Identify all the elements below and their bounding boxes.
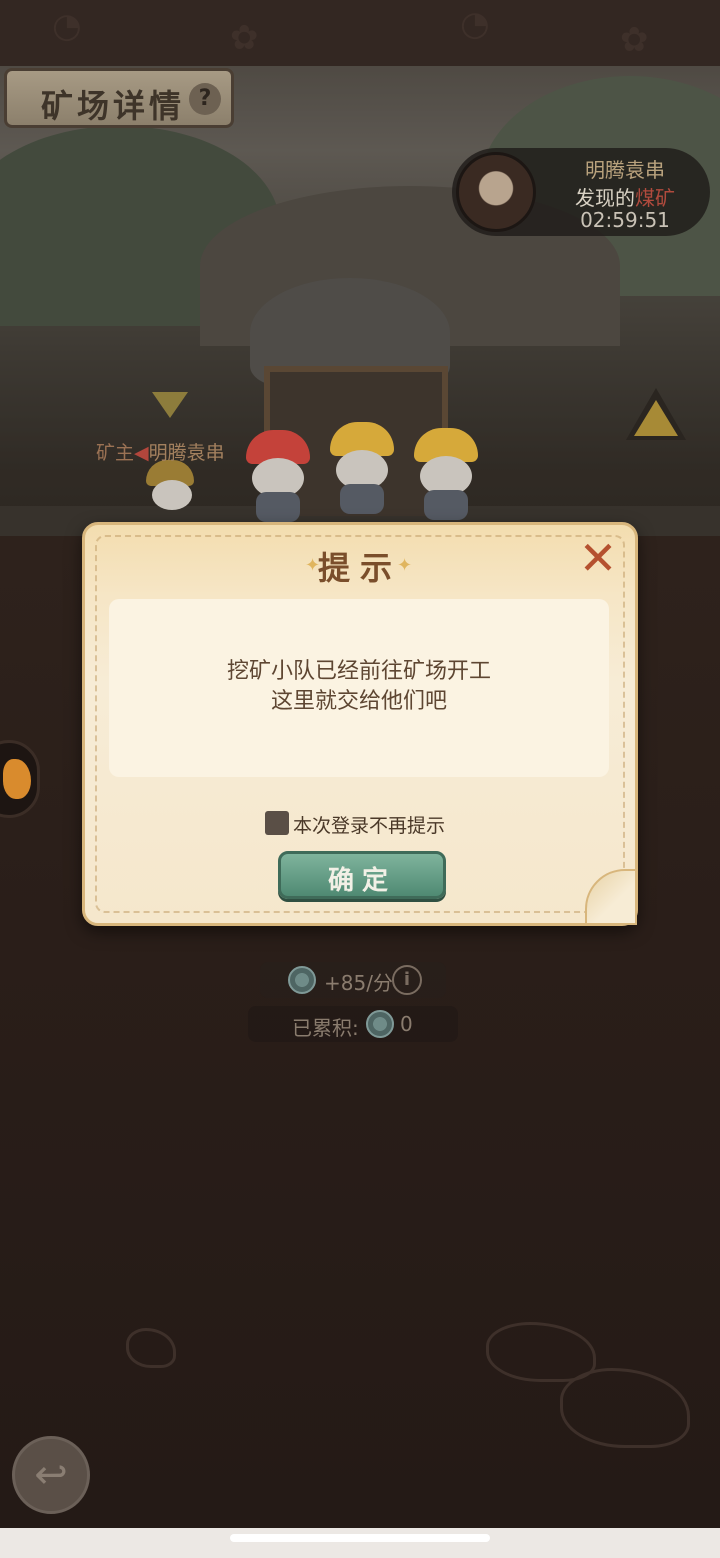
dont-show-again-checkbox[interactable] — [265, 811, 289, 835]
close-button[interactable]: ✕ — [575, 535, 621, 583]
location-marker-icon — [152, 392, 188, 418]
face — [152, 480, 192, 510]
fossil-skull-decor — [486, 1322, 596, 1382]
confirm-button[interactable]: 确定 — [278, 851, 446, 899]
body — [424, 490, 468, 520]
coin-icon — [366, 1010, 394, 1038]
back-arrow-icon: ↩ — [34, 1452, 68, 1498]
home-indicator[interactable] — [230, 1534, 490, 1542]
sparkle-icon: ✦ — [397, 555, 413, 576]
countdown-timer: 02:59:51 — [580, 208, 670, 232]
dialog-title: 提示 — [317, 549, 402, 587]
dont-show-again-label[interactable]: 本次登录不再提示 — [293, 811, 445, 838]
pet-icon — [3, 759, 31, 799]
owner-name: 明腾袁串 — [148, 442, 225, 464]
owner-card-name: 明腾袁串 — [585, 158, 665, 182]
decor-icon: ◔ — [52, 6, 82, 46]
help-icon[interactable]: ? — [189, 83, 221, 115]
construction-sign-icon — [634, 400, 678, 436]
miner-character — [408, 428, 484, 524]
body — [340, 484, 384, 514]
accumulated-label: 已累积: — [292, 1016, 359, 1040]
miner-character — [140, 460, 200, 526]
message-line: 这里就交给他们吧 — [270, 689, 447, 714]
fossil-ribs-decor — [560, 1368, 690, 1448]
production-rate: +85/分 i — [260, 962, 446, 998]
message-line: 挖矿小队已经前往矿场开工 — [226, 659, 491, 684]
flag-icon: ◀ — [134, 442, 149, 464]
decor-icon: ✿ — [620, 20, 649, 60]
found-prefix: 发现的 — [575, 186, 635, 210]
tip-dialog: ✦ 提示 ✦ ✕ 挖矿小队已经前往矿场开工 这里就交给他们吧 本次登录不再提示 … — [82, 522, 638, 926]
accumulated-total: 已累积: 0 — [248, 1006, 458, 1042]
message-box: 挖矿小队已经前往矿场开工 这里就交给他们吧 — [109, 599, 609, 777]
owner-label: 矿主 — [96, 442, 135, 464]
page-title: 矿场详情 — [41, 87, 186, 125]
miner-character — [324, 422, 400, 518]
close-icon: ✕ — [578, 531, 618, 585]
accumulated-value: 0 — [400, 1012, 413, 1036]
owner-card[interactable]: 明腾袁串 发现的煤矿 02:59:51 — [452, 148, 710, 236]
fossil-bone-decor — [126, 1328, 176, 1368]
owner-card-found: 发现的煤矿 — [550, 182, 700, 211]
rate-value: +85/分 — [324, 971, 393, 995]
body — [256, 492, 300, 522]
confirm-label: 确定 — [327, 866, 396, 896]
back-button[interactable]: ↩ — [12, 1436, 90, 1514]
bottom-bar — [0, 1528, 720, 1558]
avatar[interactable] — [456, 152, 536, 232]
top-strip: ◔ ✿ ◔ ✿ — [0, 0, 720, 66]
miner-character — [240, 430, 316, 526]
decor-icon: ✿ — [230, 18, 259, 58]
owner-marker: 矿主◀明腾袁串 — [96, 438, 225, 465]
found-mine: 煤矿 — [635, 186, 675, 210]
coin-icon — [288, 966, 316, 994]
info-icon[interactable]: i — [392, 965, 422, 995]
header-plaque: 矿场详情 ? — [4, 68, 234, 128]
decor-icon: ◔ — [460, 4, 490, 44]
